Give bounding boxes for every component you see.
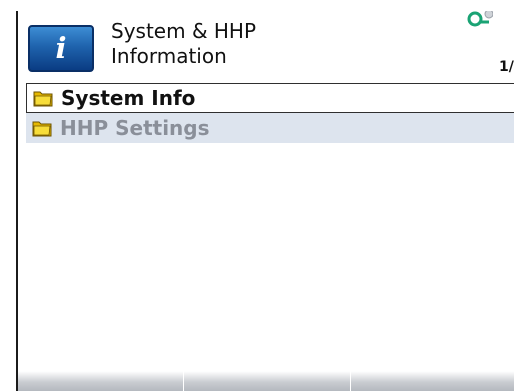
menu-list: System Info HHP Settings (26, 83, 514, 143)
device-screen: i System & HHP Information 1/ System Inf… (16, 11, 514, 391)
folder-icon (32, 121, 52, 137)
page-title: System & HHP Information (111, 19, 256, 69)
page-title-line1: System & HHP (111, 19, 257, 43)
info-icon: i (28, 25, 94, 72)
softkey-3[interactable] (351, 358, 514, 391)
menu-item-label: HHP Settings (60, 116, 210, 140)
page-indicator: 1/ (499, 59, 514, 75)
info-icon-letter: i (55, 31, 67, 65)
header: i System & HHP Information 1/ (18, 11, 514, 81)
softkey-bar (18, 358, 514, 391)
softkey-1[interactable] (18, 358, 185, 391)
folder-icon (33, 91, 53, 107)
menu-item-label: System Info (61, 86, 196, 110)
menu-item-system-info[interactable]: System Info (26, 83, 514, 113)
menu-item-hhp-settings[interactable]: HHP Settings (26, 113, 514, 143)
page-title-line2: Information (111, 44, 227, 68)
softkey-2[interactable] (184, 358, 351, 391)
link-icon (467, 11, 493, 27)
